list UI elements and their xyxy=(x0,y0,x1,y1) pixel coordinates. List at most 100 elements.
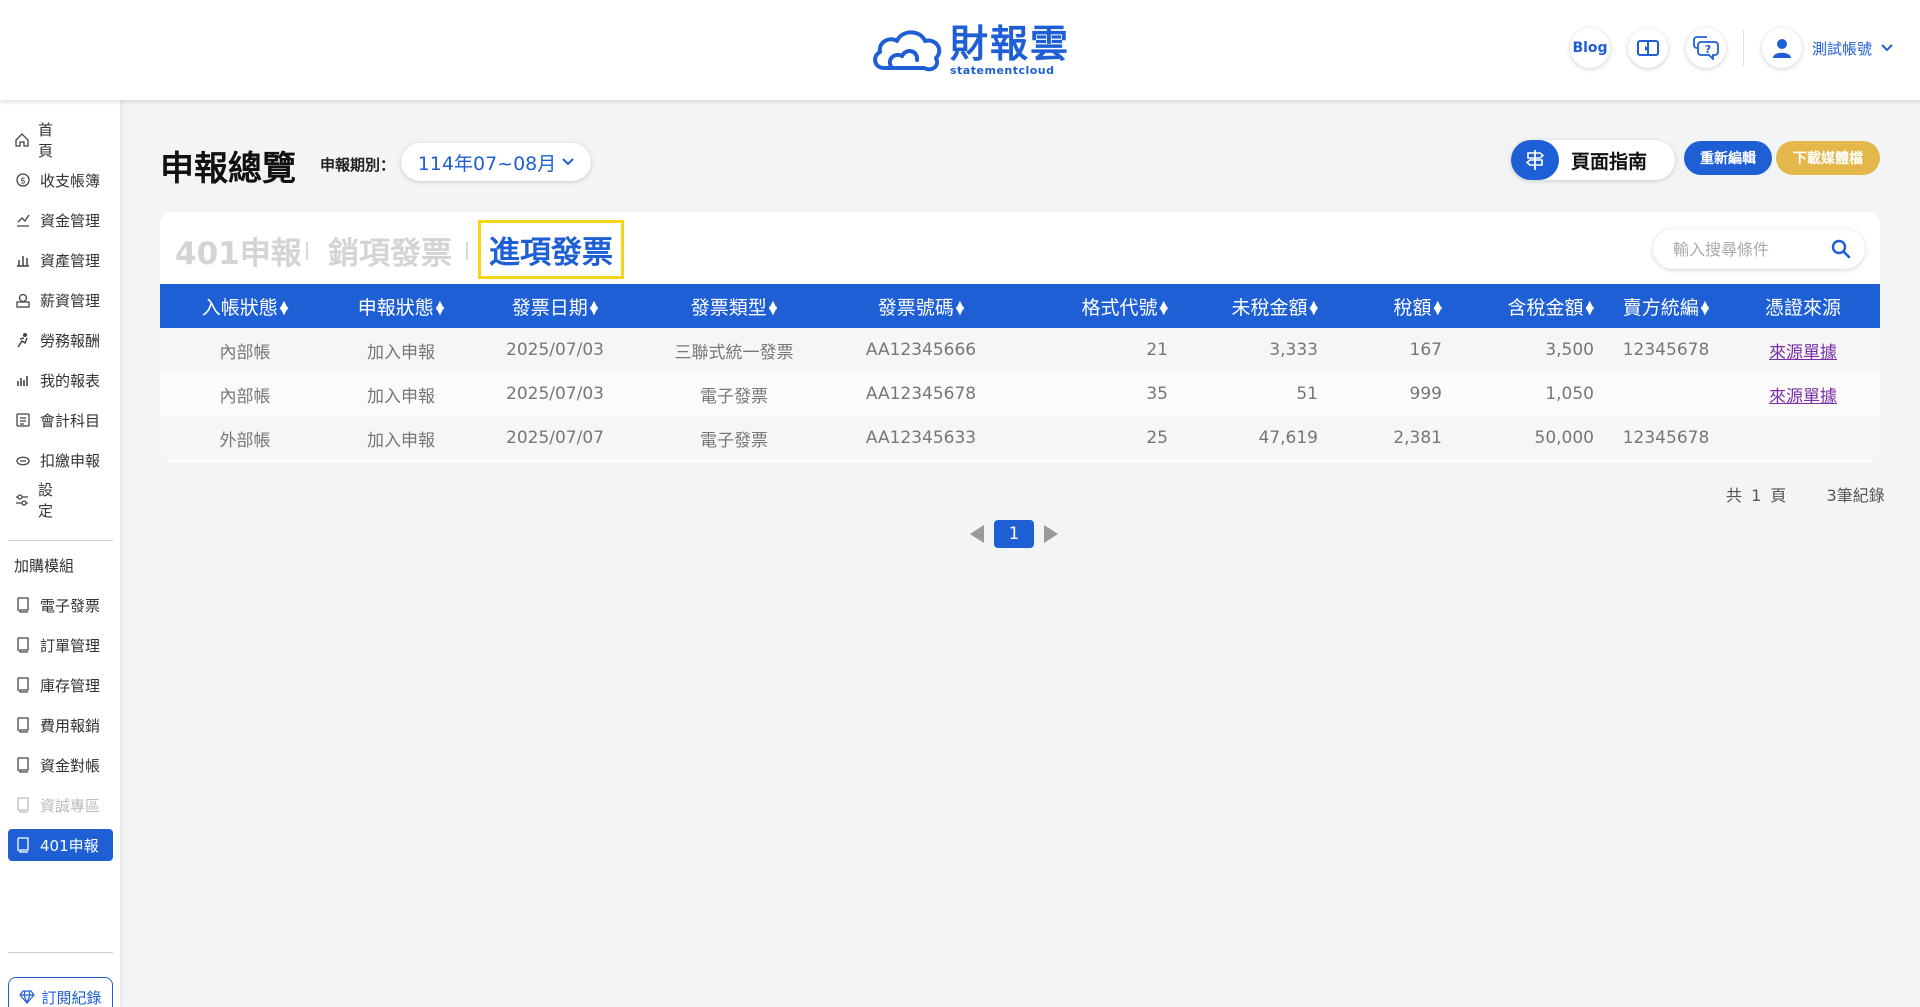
table-header-row: 入帳狀態 ▲ ▼ 申報狀態 ▲ ▼ 發票日期 ▲ ▼ 發票類型 ▲ ▼ 發票號碼 ▲ ▼ 格式代號 ▲… xyxy=(160,284,1880,328)
column-header[interactable]: 未稅金額 ▲ ▼ xyxy=(1180,284,1330,328)
top-header: 財報雲 statementcloud Blog ? 測試帳號 xyxy=(0,0,1920,100)
book-video-icon xyxy=(1637,40,1659,56)
sidebar-item-label: 勞務報酬 xyxy=(40,331,101,350)
user-icon xyxy=(1773,39,1791,58)
logo-subtitle: statementcloud xyxy=(950,63,1055,77)
sort-icon: ▲ ▼ xyxy=(435,297,445,317)
sidebar-item-orders[interactable]: 訂單管理 xyxy=(8,629,113,661)
subscribe-button[interactable]: 訂閱紀錄 xyxy=(8,977,113,1007)
svg-text:?: ? xyxy=(1705,43,1711,56)
record-summary: 共 1 頁 3筆紀錄 xyxy=(1726,482,1885,506)
settings-icon xyxy=(14,491,30,509)
sidebar-item-expense[interactable]: 費用報銷 xyxy=(8,709,113,741)
column-header[interactable]: 格式代號 ▲ ▼ xyxy=(1012,284,1180,328)
sidebar-item-income-expense[interactable]: $ 收支帳簿 xyxy=(8,164,113,196)
sidebar-item-asset[interactable]: 資產管理 xyxy=(8,244,113,276)
book-icon xyxy=(14,636,32,654)
sidebar-item-label: 電子發票 xyxy=(40,596,101,615)
sidebar-item-reconcile[interactable]: 資金對帳 xyxy=(8,749,113,781)
column-header[interactable]: 發票日期 ▲ ▼ xyxy=(472,284,638,328)
column-header[interactable]: 稅額 ▲ ▼ xyxy=(1330,284,1454,328)
column-header[interactable]: 發票類型 ▲ ▼ xyxy=(638,284,830,328)
sidebar-item-label: 收支帳簿 xyxy=(40,171,101,190)
sidebar-item-fund[interactable]: 資金管理 xyxy=(8,204,113,236)
cell-gross-amount: 50,000 xyxy=(1534,428,1594,448)
book-icon xyxy=(14,716,32,734)
source-document-link[interactable]: 來源單據 xyxy=(1769,387,1837,407)
tab-401[interactable]: 401申報 xyxy=(175,228,302,273)
reedit-button[interactable]: 重新編輯 xyxy=(1684,141,1772,175)
next-page-icon[interactable] xyxy=(1044,525,1058,543)
sidebar-item-label: 設定 xyxy=(38,481,82,520)
sidebar-item-salary[interactable]: 薪資管理 xyxy=(8,284,113,316)
search-icon[interactable] xyxy=(1831,239,1851,259)
sidebar-item-reports[interactable]: 我的報表 xyxy=(8,364,113,396)
column-header[interactable]: 申報狀態 ▲ ▼ xyxy=(330,284,472,328)
cell-net-amount: 47,619 xyxy=(1258,428,1318,448)
sidebar-item-label: 訂單管理 xyxy=(40,636,101,655)
search-input[interactable] xyxy=(1673,239,1831,259)
chevron-down-icon xyxy=(562,158,574,166)
cell-tax: 999 xyxy=(1409,384,1442,404)
prev-page-icon[interactable] xyxy=(970,525,984,543)
page-guide-button[interactable]: 頁面指南 xyxy=(1511,140,1675,180)
subscribe-label: 訂閱紀錄 xyxy=(41,988,102,1007)
addon-heading: 加購模組 xyxy=(14,557,75,575)
cell-seller-id xyxy=(1606,372,1726,416)
help-chat-button[interactable]: ? xyxy=(1686,28,1726,68)
column-header[interactable]: 含稅金額 ▲ ▼ xyxy=(1454,284,1606,328)
sort-icon: ▲ ▼ xyxy=(955,297,965,317)
sort-icon: ▲ ▼ xyxy=(1433,297,1442,317)
logo[interactable]: 財報雲 statementcloud xyxy=(870,22,1070,78)
source-document-link[interactable]: 來源單據 xyxy=(1769,343,1837,363)
column-header[interactable]: 入帳狀態 ▲ ▼ xyxy=(160,284,330,328)
period-value: 114年07~08月 xyxy=(417,152,557,175)
blog-button[interactable]: Blog xyxy=(1570,28,1610,68)
column-header[interactable]: 發票號碼 ▲ ▼ xyxy=(830,284,1012,328)
sidebar-item-label: 會計科目 xyxy=(40,411,101,430)
invoice-table: 入帳狀態 ▲ ▼ 申報狀態 ▲ ▼ 發票日期 ▲ ▼ 發票類型 ▲ ▼ 發票號碼 ▲ ▼ 格式代號 ▲… xyxy=(160,284,1880,460)
sidebar-item-label: 資金管理 xyxy=(40,211,101,230)
sidebar-item-label: 首頁 xyxy=(38,121,82,160)
asset-icon xyxy=(14,251,32,269)
report-icon xyxy=(14,371,32,389)
book-icon xyxy=(14,596,32,614)
cell-invoice-number: AA12345633 xyxy=(865,428,977,448)
sidebar-item-withholding[interactable]: 扣繳申報 xyxy=(8,444,113,476)
diamond-icon xyxy=(19,990,36,1004)
tab-sales-invoice[interactable]: 銷項發票 xyxy=(328,228,452,273)
cell-invoice-date: 2025/07/03 xyxy=(506,340,604,360)
sidebar-item-accounts[interactable]: 會計科目 xyxy=(8,404,113,436)
column-header[interactable]: 賣方統編 ▲ ▼ xyxy=(1606,284,1726,328)
sidebar-item-einvoice[interactable]: 電子發票 xyxy=(8,589,113,621)
sidebar: 首頁 $ 收支帳簿 資金管理 資產管理 薪資管理 勞務報酬 我的報表 會計科目 … xyxy=(0,100,120,1007)
cell-seller-id: 12345678 xyxy=(1622,428,1710,448)
video-tutorial-button[interactable] xyxy=(1628,28,1668,68)
sidebar-item-labor[interactable]: 勞務報酬 xyxy=(8,324,113,356)
account-menu[interactable]: 測試帳號 xyxy=(1762,28,1894,68)
cell-gross-amount: 3,500 xyxy=(1545,340,1594,360)
table-row: 內部帳 加入申報 2025/07/03 電子發票 AA12345678 35 5… xyxy=(160,372,1880,416)
sidebar-item-inventory[interactable]: 庫存管理 xyxy=(8,669,113,701)
cell-format-code: 35 xyxy=(1146,384,1168,404)
cell-entry-status: 外部帳 xyxy=(219,430,271,451)
sort-icon: ▲ ▼ xyxy=(279,297,289,317)
sidebar-item-label: 扣繳申報 xyxy=(40,451,101,470)
cell-format-code: 21 xyxy=(1146,340,1168,360)
column-header: 憑證來源 xyxy=(1764,296,1841,319)
cell-tax: 2,381 xyxy=(1393,428,1442,448)
sidebar-item-pwc[interactable]: 資誠專區 xyxy=(8,789,113,821)
sidebar-item-settings[interactable]: 設定 xyxy=(8,481,113,520)
sidebar-item-401[interactable]: 401申報 xyxy=(8,829,113,861)
sidebar-item-label: 401申報 xyxy=(40,836,99,855)
tab-purchase-invoice[interactable]: 進項發票 xyxy=(478,220,624,279)
sort-icon: ▲ ▼ xyxy=(1585,297,1594,317)
sort-icon: ▲ ▼ xyxy=(768,297,778,317)
cell-invoice-type: 電子發票 xyxy=(700,430,768,451)
cell-entry-status: 內部帳 xyxy=(219,386,271,407)
page-number-button[interactable]: 1 xyxy=(994,520,1034,548)
period-select[interactable]: 114年07~08月 xyxy=(401,143,591,181)
download-media-button[interactable]: 下載媒體檔 xyxy=(1776,141,1880,175)
search-box xyxy=(1653,229,1865,269)
sidebar-item-home[interactable]: 首頁 xyxy=(8,121,113,160)
